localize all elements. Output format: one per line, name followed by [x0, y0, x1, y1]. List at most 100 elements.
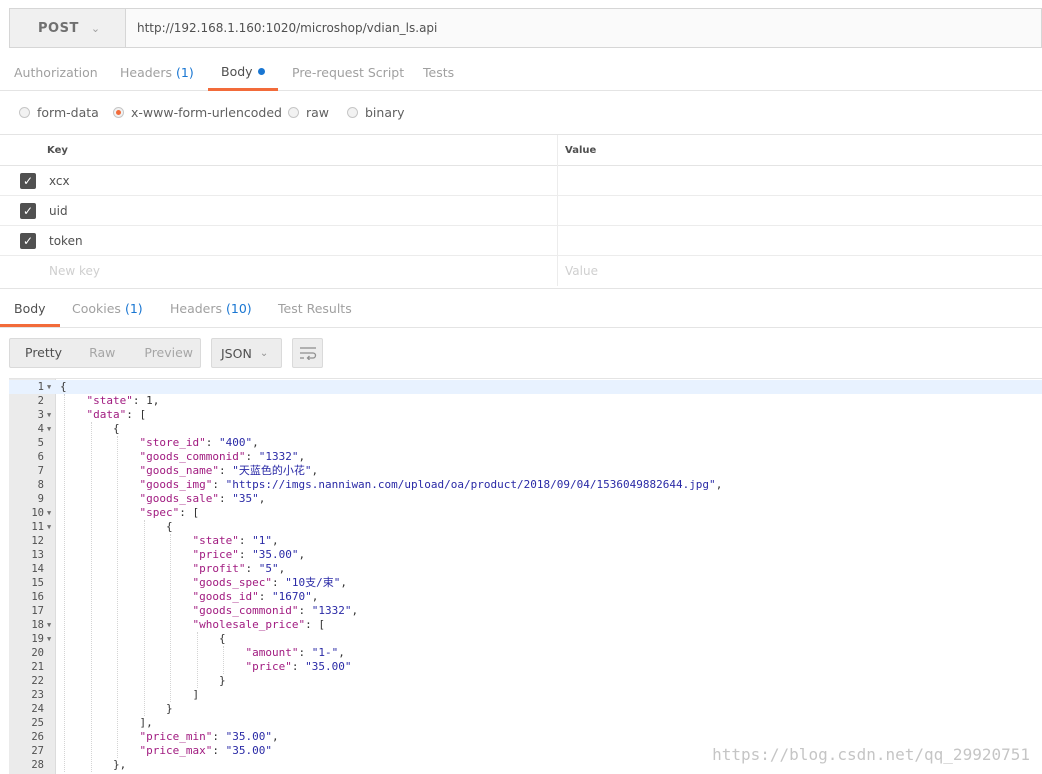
json-key: "price_max"	[139, 744, 213, 757]
json-string: "天蓝色的小花"	[232, 464, 312, 477]
code-line: 25],	[9, 716, 1042, 730]
json-punct: ],	[139, 716, 153, 729]
view-mode-switch: Pretty Raw Preview	[9, 338, 201, 368]
view-raw-button[interactable]: Raw	[89, 339, 115, 367]
line-number: 21	[31, 661, 44, 673]
view-pretty-button[interactable]: Pretty	[25, 339, 62, 367]
tab-authorization[interactable]: Authorization	[14, 54, 98, 91]
chevron-down-icon: ⌄	[90, 21, 101, 35]
tab-cookies[interactable]: Cookies (1)	[72, 289, 143, 327]
code-text: "state": "1",	[193, 534, 279, 548]
tab-response-body[interactable]: Body	[0, 289, 60, 327]
json-string: "1670"	[271, 590, 312, 603]
json-string: "1332"	[311, 604, 352, 617]
json-punct: :	[212, 478, 226, 491]
tab-response-headers[interactable]: Headers (10)	[170, 289, 252, 327]
view-preview-button[interactable]: Preview	[144, 339, 193, 367]
radio-selected-icon	[113, 106, 124, 118]
tab-body[interactable]: Body	[208, 54, 278, 91]
tab-tests[interactable]: Tests	[423, 54, 454, 91]
code-line: 18 ▼ "wholesale_price": [	[9, 618, 1042, 632]
json-punct: },	[113, 758, 127, 771]
json-key: "amount"	[245, 646, 299, 659]
code-text: "price_max": "35.00"	[140, 744, 272, 758]
code-text: "store_id": "400",	[140, 436, 259, 450]
tab-label: Body	[221, 64, 253, 79]
json-key: "goods_img"	[139, 478, 213, 491]
line-number: 4	[37, 423, 44, 435]
line-number: 6	[37, 451, 44, 463]
json-string: "10支/束"	[285, 576, 341, 589]
response-code-editor[interactable]: 1 ▼{2 "state": 1, 3 ▼ "data": [4 ▼{5 "store_id"…	[9, 378, 1042, 774]
new-value-input[interactable]: Value	[565, 264, 598, 278]
new-key-input[interactable]: New key	[49, 264, 100, 278]
tab-test-results[interactable]: Test Results	[278, 289, 352, 327]
fold-arrow-icon[interactable]: ▼	[47, 520, 51, 534]
fold-arrow-icon[interactable]: ▼	[47, 632, 51, 646]
fold-arrow-icon[interactable]: ▼	[47, 422, 51, 436]
tab-count-badge: (1)	[124, 301, 143, 316]
json-key: "wholesale_price"	[192, 618, 306, 631]
table-row: ✓ xcx	[0, 166, 1042, 196]
line-number: 24	[31, 703, 44, 715]
json-punct: ,	[258, 492, 266, 505]
param-key[interactable]: uid	[49, 204, 68, 218]
tab-label: Headers	[120, 65, 173, 80]
json-string: "1"	[252, 534, 272, 547]
json-punct: ,	[715, 478, 723, 491]
request-url-bar: POST ⌄ http://192.168.1.160:1020/microsh…	[9, 8, 1042, 48]
param-key[interactable]: token	[49, 234, 83, 248]
fold-arrow-icon[interactable]: ▼	[47, 408, 51, 422]
tab-pre-request-script[interactable]: Pre-request Script	[292, 54, 404, 91]
response-toolbar: Pretty Raw Preview JSON ⌄	[9, 338, 323, 368]
line-number: 15	[31, 577, 44, 589]
param-key[interactable]: xcx	[49, 174, 70, 188]
json-string: "35.00"	[225, 744, 272, 757]
tab-label: Cookies	[72, 301, 121, 316]
key-column-header: Key	[47, 145, 68, 156]
method-select[interactable]: POST ⌄	[10, 9, 126, 47]
code-text: },	[113, 758, 126, 772]
tab-label: Pre-request Script	[292, 65, 405, 80]
radio-x-www-form-urlencoded[interactable]: x-www-form-urlencoded	[113, 103, 282, 121]
radio-label: x-www-form-urlencoded	[131, 104, 282, 120]
line-number: 13	[31, 549, 44, 561]
value-column-header: Value	[565, 145, 597, 156]
code-text: "price_min": "35.00",	[140, 730, 279, 744]
json-key: "goods_id"	[192, 590, 259, 603]
code-line: 9 "goods_sale": "35",	[9, 492, 1042, 506]
code-line: 13 "price": "35.00",	[9, 548, 1042, 562]
json-string: "35.00"	[225, 730, 272, 743]
checkbox-checked-icon[interactable]: ✓	[20, 233, 36, 249]
json-punct: ,	[252, 436, 259, 449]
fold-arrow-icon[interactable]: ▼	[47, 380, 51, 394]
code-line: 11 ▼ {	[9, 520, 1042, 534]
json-string: "1-"	[311, 646, 339, 659]
code-line: 10 ▼ "spec": [	[9, 506, 1042, 520]
json-punct: ,	[271, 534, 279, 547]
checkbox-checked-icon[interactable]: ✓	[20, 203, 36, 219]
fold-arrow-icon[interactable]: ▼	[47, 618, 51, 632]
json-punct: :	[238, 534, 253, 547]
line-number: 10	[31, 507, 44, 519]
radio-icon	[347, 106, 358, 118]
json-string: "35.00"	[252, 548, 299, 561]
url-input[interactable]: http://192.168.1.160:1020/microshop/vdia…	[126, 9, 1041, 47]
json-string: "35.00"	[305, 660, 352, 673]
radio-binary[interactable]: binary	[347, 103, 405, 121]
json-key: "goods_spec"	[192, 576, 272, 589]
code-line: 23]	[9, 688, 1042, 702]
format-select[interactable]: JSON ⌄	[211, 338, 282, 368]
checkbox-checked-icon[interactable]: ✓	[20, 173, 36, 189]
fold-arrow-icon[interactable]: ▼	[47, 506, 51, 520]
code-line: 21 "price": "35.00"	[9, 660, 1042, 674]
radio-label: raw	[306, 104, 330, 120]
radio-form-data[interactable]: form-data	[19, 103, 99, 121]
line-number: 5	[37, 437, 44, 449]
wrap-lines-button[interactable]	[292, 338, 323, 368]
tab-label: Body	[14, 301, 46, 316]
modified-dot-icon	[257, 68, 265, 75]
code-text: {	[219, 632, 226, 646]
tab-headers[interactable]: Headers (1)	[120, 54, 194, 91]
radio-raw[interactable]: raw	[288, 103, 329, 121]
